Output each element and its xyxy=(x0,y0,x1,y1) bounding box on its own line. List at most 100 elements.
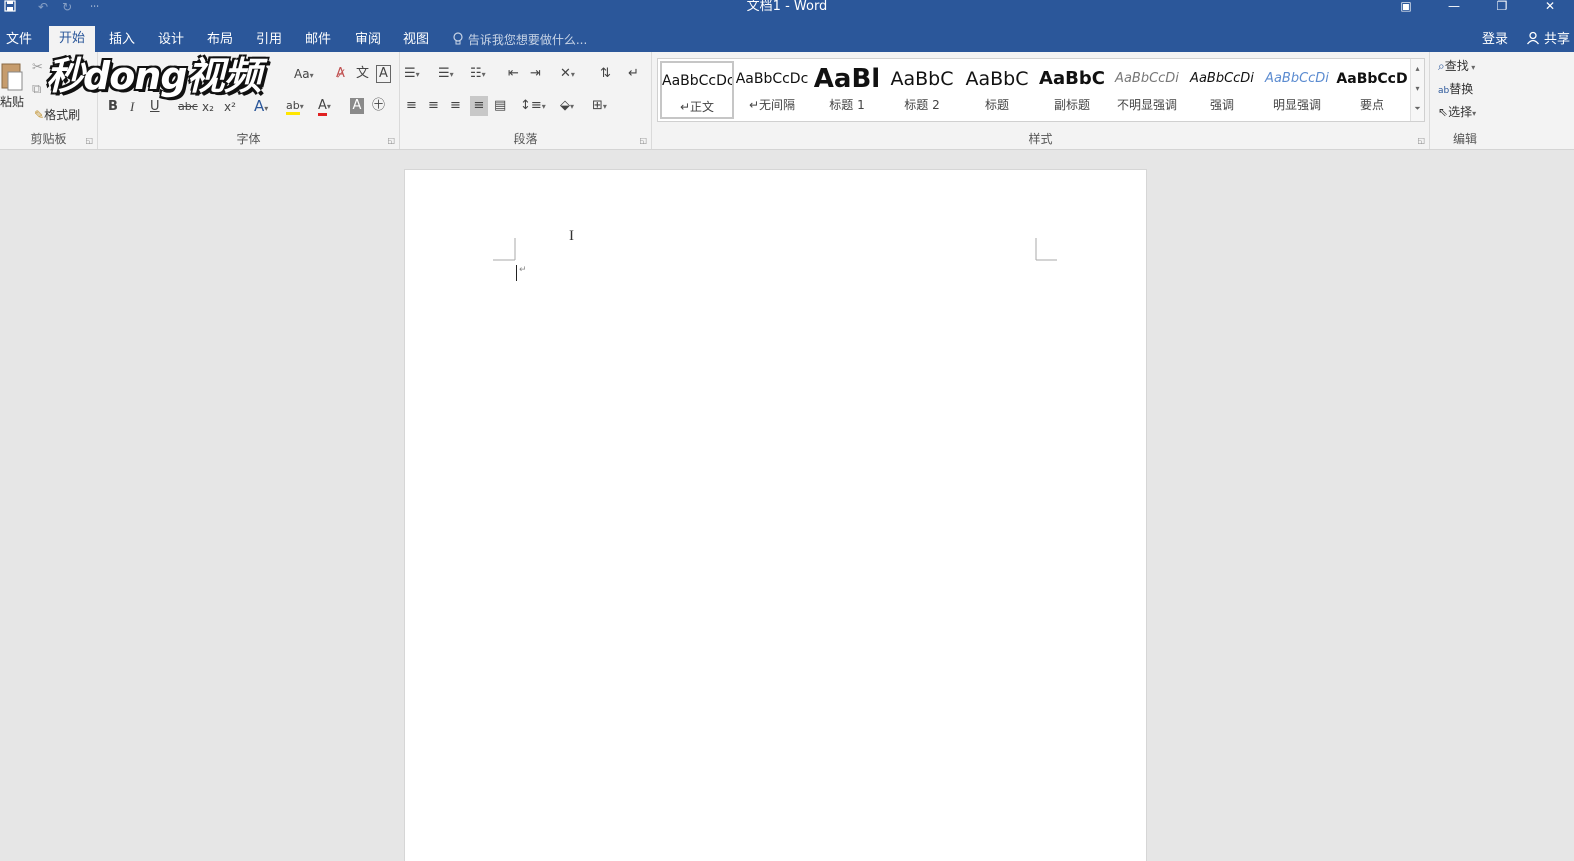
tell-me-box[interactable]: 告诉我您想要做什么... xyxy=(452,28,587,52)
select-button[interactable]: ⇖选择▾ xyxy=(1438,104,1476,122)
style-title[interactable]: AaBbC 标题 xyxy=(960,61,1034,119)
phonetic-icon[interactable]: 文 xyxy=(356,66,369,82)
replace-icon: ab xyxy=(1438,86,1450,96)
strikethrough-button[interactable]: abc xyxy=(178,99,198,115)
gallery-scrollbar[interactable]: ▴ ▾ ⏷ xyxy=(1410,59,1424,121)
subscript-button[interactable]: x₂ xyxy=(202,99,214,115)
tab-design[interactable]: 设计 xyxy=(152,28,190,52)
bold-button[interactable]: B xyxy=(108,99,118,115)
align-center-icon[interactable]: ≡ xyxy=(428,98,439,114)
justify-icon[interactable]: ≡ xyxy=(470,96,488,116)
style-name: 副标题 xyxy=(1053,98,1090,112)
superscript-button[interactable]: x² xyxy=(224,99,236,115)
borders-icon[interactable]: ⊞▾ xyxy=(592,98,607,115)
style-strong[interactable]: AaBbCcD 要点 xyxy=(1335,61,1409,119)
dialog-launcher-icon[interactable]: ◱ xyxy=(639,136,647,145)
style-emphasis[interactable]: AaBbCcDi 强调 xyxy=(1185,61,1259,119)
line-spacing-icon[interactable]: ↕≡▾ xyxy=(520,98,546,115)
document-page[interactable]: ↵ I xyxy=(404,169,1147,861)
tab-file[interactable]: 文件 xyxy=(0,28,38,52)
lightbulb-icon xyxy=(452,32,468,47)
char-shading-icon[interactable]: A xyxy=(350,98,364,114)
tab-view[interactable]: 视图 xyxy=(397,28,435,52)
expand-gallery-icon[interactable]: ⏷ xyxy=(1411,99,1424,119)
multilevel-list-icon[interactable]: ☷▾ xyxy=(470,66,486,83)
style-name: 要点 xyxy=(1359,98,1384,112)
find-button[interactable]: ⌕查找 ▾ xyxy=(1438,58,1475,76)
underline-button[interactable]: U xyxy=(150,99,160,115)
title-bar: ↶ ↻ ⋯ 文档1 - Word ▣ — ❐ ✕ xyxy=(0,0,1574,14)
style-sample: AaBl xyxy=(813,64,881,94)
tab-mailings[interactable]: 邮件 xyxy=(299,28,337,52)
increase-indent-icon[interactable]: ⇥ xyxy=(530,66,541,82)
crop-mark-top-left xyxy=(493,238,516,261)
style-heading-1[interactable]: AaBl 标题 1 xyxy=(810,61,884,119)
chevron-up-icon[interactable]: ▴ xyxy=(1411,59,1424,79)
style-subtitle[interactable]: AaBbC 副标题 xyxy=(1035,61,1109,119)
tab-review[interactable]: 审阅 xyxy=(349,28,387,52)
paragraph-group: ☰▾ ☰▾ ☷▾ ⇤ ⇥ ✕▾ ⇅ ↵ ≡ ≡ ≡ ≡ ▤ ↕≡▾ ⬙▾ ⊞▾ … xyxy=(400,52,652,149)
restore-icon[interactable]: ❐ xyxy=(1478,0,1526,14)
share-button[interactable]: 共享 xyxy=(1526,28,1570,52)
ribbon-display-icon[interactable]: ▣ xyxy=(1382,0,1430,14)
style-no-spacing[interactable]: AaBbCcDc ↵无间隔 xyxy=(735,61,809,119)
italic-button[interactable]: I xyxy=(130,99,134,115)
style-sample: AaBbCcDi xyxy=(1190,71,1254,86)
dialog-launcher-icon[interactable]: ◱ xyxy=(85,136,93,145)
style-intense-emphasis[interactable]: AaBbCcDi 明显强调 xyxy=(1260,61,1334,119)
asian-layout-icon[interactable]: ✕▾ xyxy=(560,66,575,83)
person-icon xyxy=(1526,31,1544,47)
dialog-launcher-icon[interactable]: ◱ xyxy=(1417,136,1425,145)
shading-icon[interactable]: ⬙▾ xyxy=(560,98,574,115)
tab-references[interactable]: 引用 xyxy=(250,28,288,52)
close-icon[interactable]: ✕ xyxy=(1526,0,1574,14)
paste-icon[interactable] xyxy=(0,60,24,97)
bullets-icon[interactable]: ☰▾ xyxy=(404,66,420,83)
char-border-icon[interactable]: A xyxy=(376,65,391,83)
style-name: 标题 2 xyxy=(904,98,940,112)
brush-icon: ✎ xyxy=(34,108,45,122)
change-case-button[interactable]: Aa▾ xyxy=(294,66,314,84)
sort-icon[interactable]: ⇅ xyxy=(600,66,611,82)
replace-button[interactable]: ab替换 xyxy=(1438,81,1473,99)
style-sample: AaBbC xyxy=(1039,68,1105,89)
tell-me-text: 告诉我您想要做什么... xyxy=(467,33,588,47)
numbering-icon[interactable]: ☰▾ xyxy=(438,66,454,83)
style-name: 明显强调 xyxy=(1272,98,1321,112)
clear-format-icon[interactable]: A̷ xyxy=(336,66,345,82)
cut-icon[interactable]: ✂ xyxy=(32,60,43,76)
style-name: ↵无间隔 xyxy=(748,98,796,112)
decrease-indent-icon[interactable]: ⇤ xyxy=(508,66,519,82)
text-effects-icon[interactable]: A▾ xyxy=(254,98,268,117)
align-left-icon[interactable]: ≡ xyxy=(406,98,417,114)
share-label: 共享 xyxy=(1543,32,1570,47)
format-painter-button[interactable]: ✎格式刷 xyxy=(34,107,80,123)
chevron-down-icon[interactable]: ▾ xyxy=(1411,79,1424,99)
paste-button[interactable]: 粘贴 xyxy=(0,94,24,110)
style-heading-2[interactable]: AaBbC 标题 2 xyxy=(885,61,959,119)
tab-insert[interactable]: 插入 xyxy=(103,28,141,52)
dialog-launcher-icon[interactable]: ◱ xyxy=(387,136,395,145)
highlight-button[interactable]: ab▾ xyxy=(286,98,304,115)
ibeam-cursor-icon: I xyxy=(569,228,574,244)
copy-icon[interactable]: ⧉ xyxy=(32,82,41,98)
align-right-icon[interactable]: ≡ xyxy=(450,98,461,114)
editing-group-label: 编辑 xyxy=(1452,132,1477,146)
style-name: 标题 1 xyxy=(829,98,865,112)
minimize-icon[interactable]: — xyxy=(1430,0,1478,14)
enclose-char-icon[interactable]: ㊉ xyxy=(372,98,385,114)
style-subtle-emphasis[interactable]: AaBbCcDi 不明显强调 xyxy=(1110,61,1184,119)
style-normal[interactable]: AaBbCcDc ↵正文 xyxy=(660,61,734,119)
ribbon-tab-row: 文件 开始 插入 设计 布局 引用 邮件 审阅 视图 告诉我您想要做什么... … xyxy=(0,14,1574,52)
distributed-icon[interactable]: ▤ xyxy=(494,98,506,114)
watermark-logo: 秒dong视频 xyxy=(46,54,262,98)
login-link[interactable]: 登录 xyxy=(1482,28,1508,52)
pointer-icon: ⇖ xyxy=(1438,105,1449,119)
select-label: 选择 xyxy=(1448,105,1473,119)
editing-group: ⌕查找 ▾ ab替换 ⇖选择▾ 编辑 xyxy=(1430,52,1500,149)
tab-home[interactable]: 开始 xyxy=(49,26,96,52)
window-controls: ▣ — ❐ ✕ xyxy=(1382,0,1574,14)
show-marks-icon[interactable]: ↵ xyxy=(628,66,639,82)
font-color-button[interactable]: A▾ xyxy=(318,98,331,116)
tab-layout[interactable]: 布局 xyxy=(201,28,239,52)
